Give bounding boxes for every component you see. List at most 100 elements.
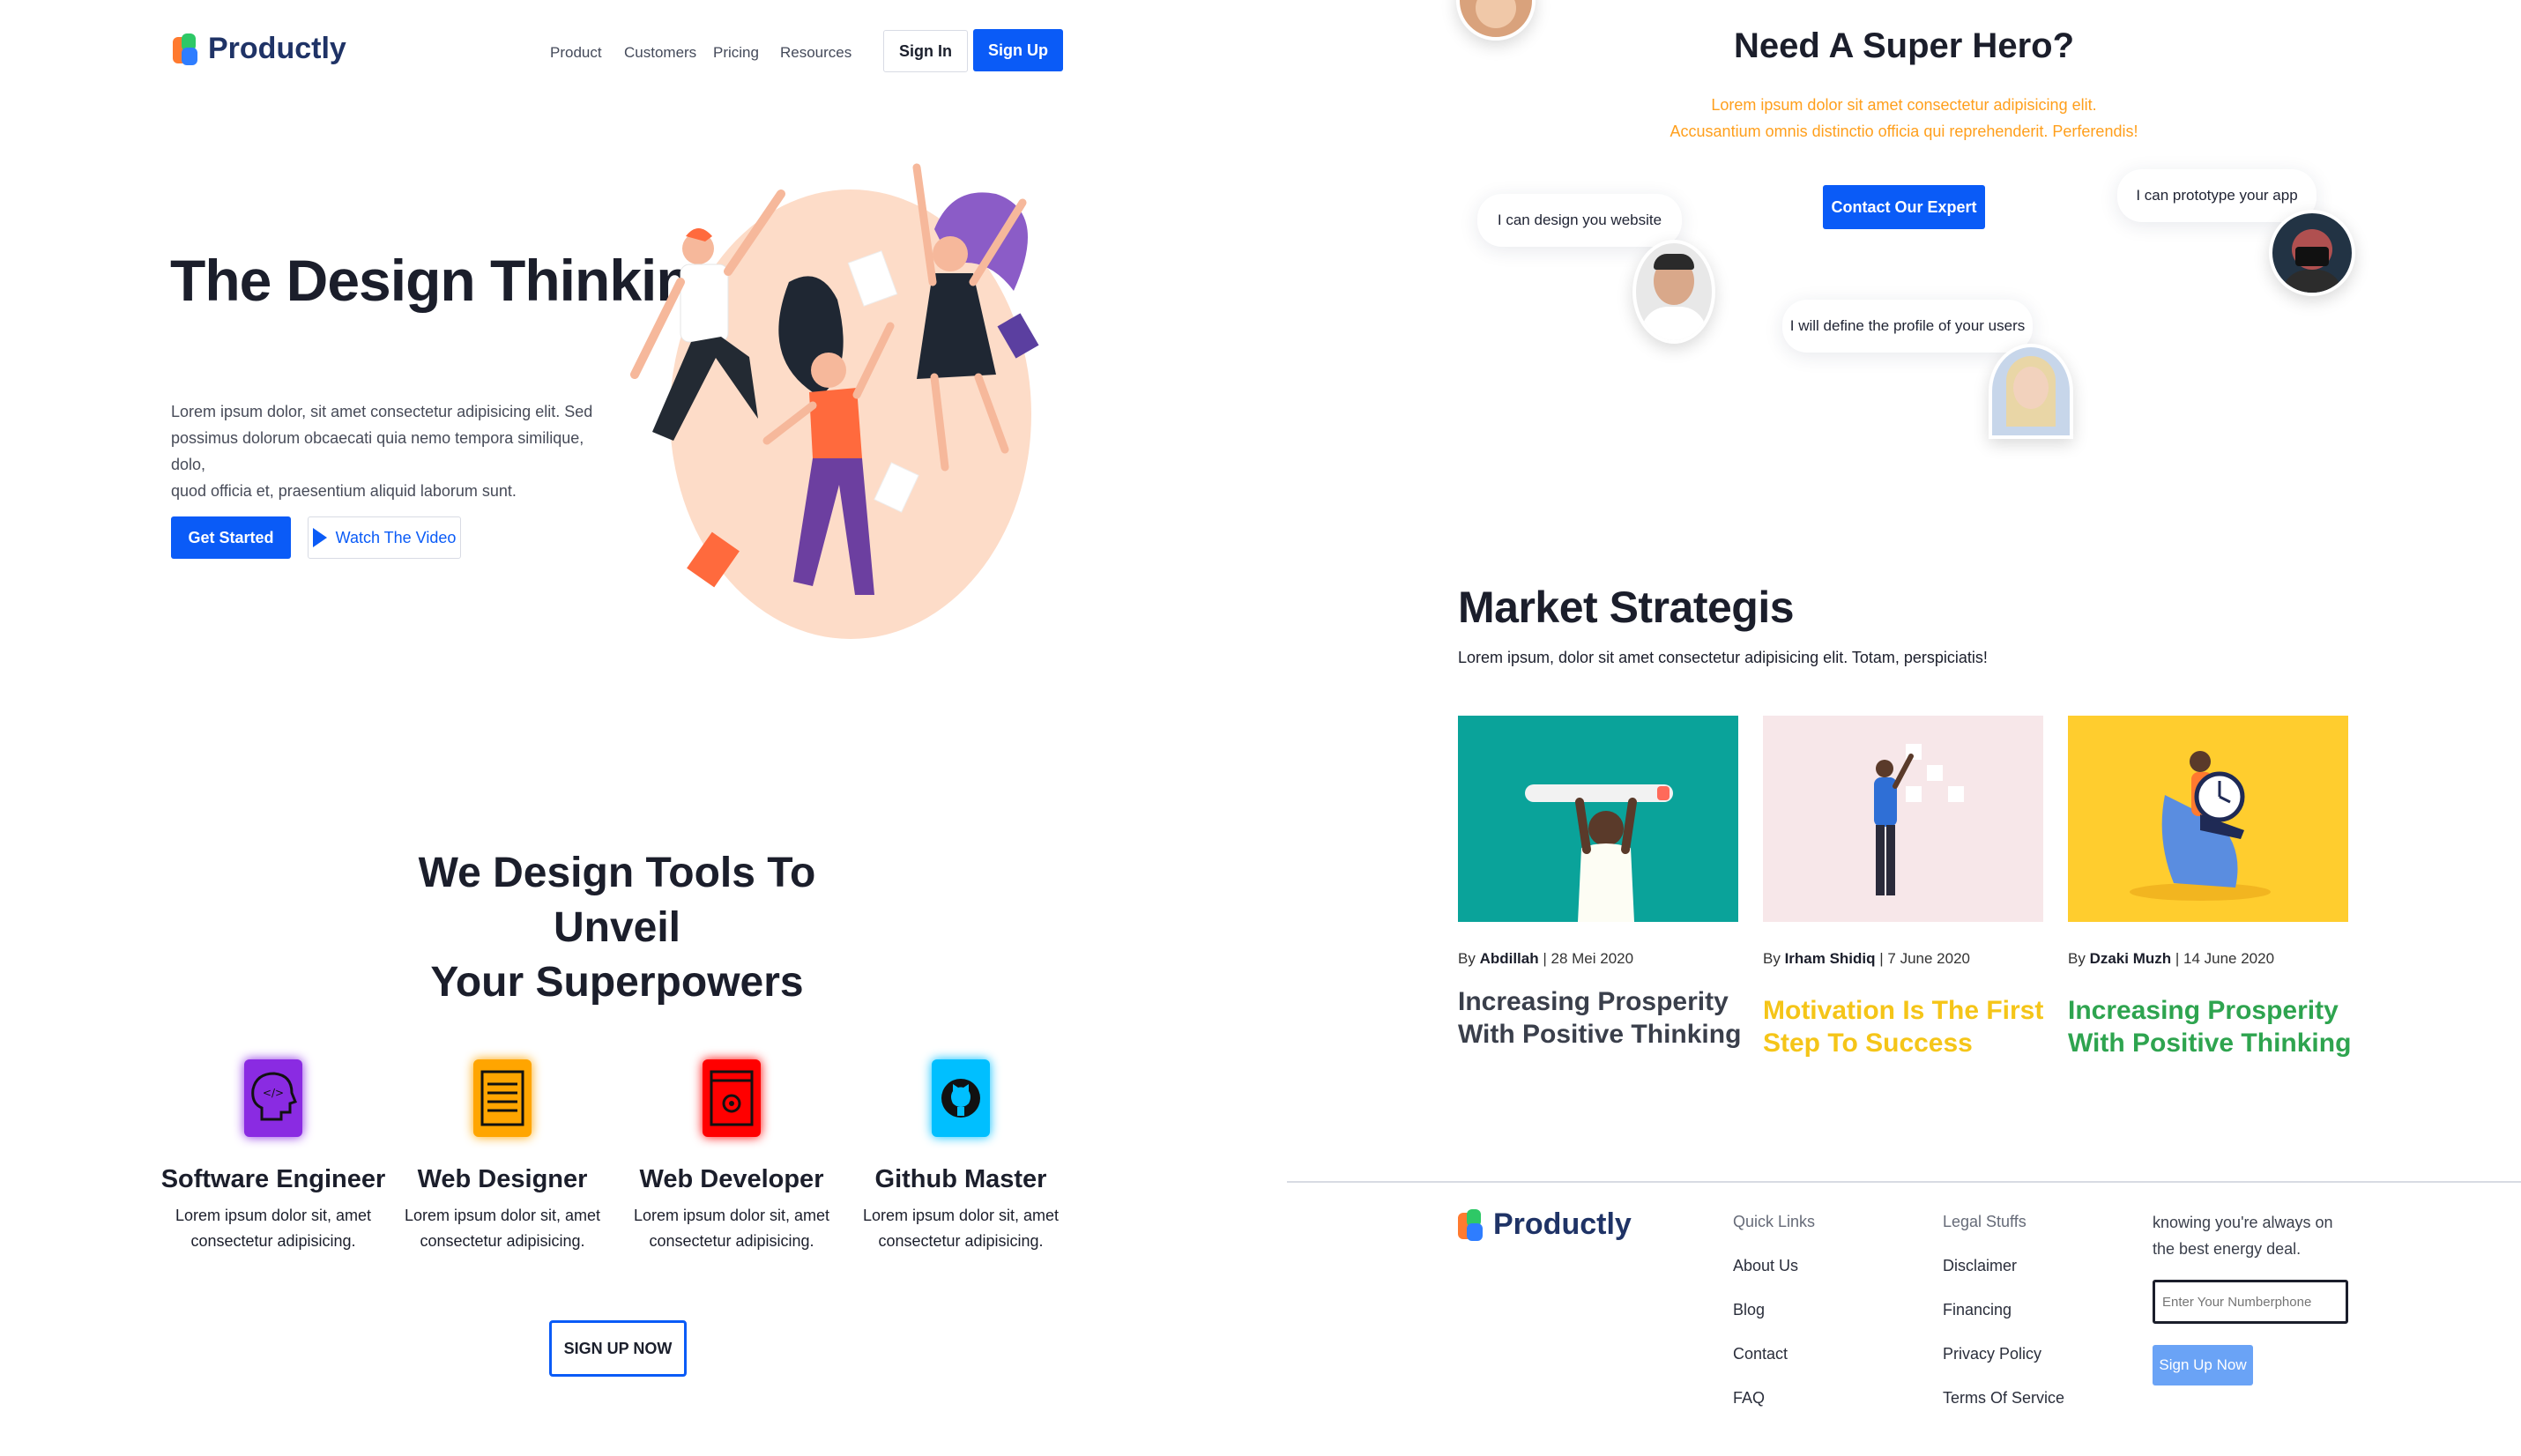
document-icon bbox=[473, 1059, 532, 1137]
footer-link-blog[interactable]: Blog bbox=[1733, 1301, 1765, 1319]
feature-text-line: consectetur adipisicing. bbox=[190, 1232, 356, 1250]
footer-logo[interactable]: Productly bbox=[1458, 1207, 1632, 1242]
footer-link-faq[interactable]: FAQ bbox=[1733, 1389, 1765, 1408]
head-code-icon: </> bbox=[244, 1059, 302, 1137]
phone-input[interactable] bbox=[2153, 1280, 2348, 1324]
card-title-line: Increasing Prosperity bbox=[2068, 996, 2339, 1025]
card-title-line: Step To Success bbox=[1763, 1029, 1973, 1058]
github-icon bbox=[932, 1059, 990, 1137]
gear-browser-icon bbox=[703, 1059, 761, 1137]
footer-signup-button[interactable]: Sign Up Now bbox=[2153, 1345, 2253, 1385]
feature-text: Lorem ipsum dolor sit, amet consectetur a… bbox=[159, 1203, 388, 1254]
footer-link-contact[interactable]: Contact bbox=[1733, 1345, 1788, 1363]
card-title-line: With Positive Thinking bbox=[2068, 1029, 2352, 1058]
card-date: | 28 Mei 2020 bbox=[1538, 950, 1634, 967]
hero2-subtitle: Lorem ipsum dolor sit amet consectetur a… bbox=[1604, 92, 2204, 145]
feature-text-line: consectetur adipisicing. bbox=[649, 1232, 814, 1250]
top-avatar bbox=[1456, 0, 1536, 41]
nav-customers[interactable]: Customers bbox=[624, 44, 696, 62]
logo-text: Productly bbox=[208, 32, 346, 65]
newsletter-text: knowing you're always on the best energy… bbox=[2153, 1209, 2333, 1262]
feature-text-line: Lorem ipsum dolor sit, amet bbox=[175, 1207, 372, 1224]
feature-title: Software Engineer bbox=[160, 1165, 386, 1193]
footer-link-terms[interactable]: Terms Of Service bbox=[1943, 1389, 2064, 1408]
feature-text-line: Lorem ipsum dolor sit, amet bbox=[862, 1207, 1060, 1224]
feature-title: Web Designer bbox=[417, 1165, 588, 1193]
tools-title-line: Your Superpowers bbox=[430, 959, 804, 1006]
card-image-positive[interactable] bbox=[2068, 716, 2348, 922]
hero-description-line: quod officia et, praesentium aliquid lab… bbox=[171, 482, 517, 500]
watch-video-button[interactable]: Watch The Video bbox=[308, 516, 461, 559]
card-meta-by: By bbox=[2068, 950, 2090, 967]
feature-title: Web Developer bbox=[639, 1165, 824, 1193]
card-title-line: With Positive Thinking bbox=[1458, 1020, 1742, 1049]
hero2-subtitle-line: Accusantium omnis distinctio officia qui… bbox=[1670, 123, 2138, 140]
card-title[interactable]: Motivation Is The First Step To Success bbox=[1763, 994, 2043, 1059]
card-meta: By Irham Shidiq | 7 June 2020 bbox=[1763, 950, 1970, 968]
feature-text-line: consectetur adipisicing. bbox=[420, 1232, 585, 1250]
card-title[interactable]: Increasing Prosperity With Positive Thin… bbox=[2068, 994, 2351, 1059]
card-author[interactable]: Irham Shidiq bbox=[1785, 950, 1876, 967]
feature-web-developer: Web Developer Lorem ipsum dolor sit, ame… bbox=[617, 1059, 846, 1254]
avatar-photographer bbox=[2269, 210, 2355, 296]
footer-link-disclaimer[interactable]: Disclaimer bbox=[1943, 1257, 2017, 1275]
newsletter-text-line: knowing you're always on bbox=[2153, 1214, 2333, 1231]
footer-divider bbox=[1287, 1181, 2521, 1183]
footer-link-financing[interactable]: Financing bbox=[1943, 1301, 2012, 1319]
card-meta-by: By bbox=[1763, 950, 1785, 967]
logo-mark-icon bbox=[173, 33, 199, 65]
card-title-line: Increasing Prosperity bbox=[1458, 987, 1729, 1016]
sign-up-now-button[interactable]: SIGN UP NOW bbox=[549, 1320, 687, 1377]
svg-text:</>: </> bbox=[263, 1087, 284, 1099]
card-title-line: Motivation Is The First bbox=[1763, 996, 2044, 1025]
hero2-title: Need A Super Hero? bbox=[1734, 26, 2074, 65]
hero2-subtitle-line: Lorem ipsum dolor sit amet consectetur a… bbox=[1711, 96, 2097, 114]
feature-text: Lorem ipsum dolor sit, amet consectetur a… bbox=[846, 1203, 1075, 1254]
quick-links-heading: Quick Links bbox=[1733, 1213, 1816, 1230]
logo-mark-icon bbox=[1458, 1208, 1484, 1241]
footer-logo-text: Productly bbox=[1493, 1207, 1632, 1241]
card-title[interactable]: Increasing Prosperity With Positive Thin… bbox=[1458, 985, 1741, 1051]
bubble-prototype-app: I can prototype your app bbox=[2117, 169, 2316, 222]
feature-text-line: Lorem ipsum dolor sit, amet bbox=[404, 1207, 601, 1224]
header-logo[interactable]: Productly bbox=[173, 32, 346, 66]
feature-web-designer: Web Designer Lorem ipsum dolor sit, amet… bbox=[388, 1059, 617, 1254]
card-date: | 14 June 2020 bbox=[2171, 950, 2275, 967]
card-author[interactable]: Dzaki Muzh bbox=[2090, 950, 2172, 967]
feature-text: Lorem ipsum dolor sit, amet consectetur a… bbox=[617, 1203, 846, 1254]
legal-heading: Legal Stuffs bbox=[1943, 1213, 2026, 1230]
sign-in-button[interactable]: Sign In bbox=[883, 30, 968, 72]
avatar-designer bbox=[1632, 240, 1715, 344]
get-started-button[interactable]: Get Started bbox=[171, 516, 291, 559]
card-author[interactable]: Abdillah bbox=[1480, 950, 1539, 967]
tools-section-title: We Design Tools To Unveil Your Superpowe… bbox=[353, 846, 881, 1010]
watch-video-label: Watch The Video bbox=[335, 528, 457, 546]
feature-title: Github Master bbox=[874, 1165, 1047, 1193]
market-title: Market Strategis bbox=[1458, 583, 1795, 632]
hero-description-line: possimus dolorum obcaecati quia nemo tem… bbox=[171, 429, 584, 473]
hero-description: Lorem ipsum dolor, sit amet consectetur … bbox=[171, 398, 612, 504]
market-subtitle: Lorem ipsum, dolor sit amet consectetur … bbox=[1458, 649, 1988, 666]
card-meta-by: By bbox=[1458, 950, 1480, 967]
nav-pricing[interactable]: Pricing bbox=[713, 44, 759, 62]
play-icon bbox=[312, 528, 327, 547]
contact-expert-button[interactable]: Contact Our Expert bbox=[1823, 185, 1985, 229]
card-date: | 7 June 2020 bbox=[1875, 950, 1970, 967]
hero-illustration bbox=[630, 163, 1039, 639]
footer-link-privacy[interactable]: Privacy Policy bbox=[1943, 1345, 2041, 1363]
feature-text-line: Lorem ipsum dolor sit, amet bbox=[633, 1207, 830, 1224]
bubble-define-profile: I will define the profile of your users bbox=[1782, 300, 2033, 353]
avatar-researcher bbox=[1989, 344, 2073, 439]
card-meta: By Dzaki Muzh | 14 June 2020 bbox=[2068, 950, 2274, 968]
footer-link-about[interactable]: About Us bbox=[1733, 1257, 1798, 1275]
card-image-motivation[interactable] bbox=[1763, 716, 2043, 922]
feature-text-line: consectetur adipisicing. bbox=[878, 1232, 1044, 1250]
feature-github-master: Github Master Lorem ipsum dolor sit, ame… bbox=[846, 1059, 1075, 1254]
nav-product[interactable]: Product bbox=[550, 44, 602, 62]
sign-up-button[interactable]: Sign Up bbox=[973, 29, 1063, 71]
nav-resources[interactable]: Resources bbox=[780, 44, 851, 62]
bubble-design-website: I can design you website bbox=[1477, 194, 1682, 247]
card-image-prosperity[interactable] bbox=[1458, 716, 1738, 922]
tools-title-line: We Design Tools To Unveil bbox=[418, 850, 816, 951]
card-meta: By Abdillah | 28 Mei 2020 bbox=[1458, 950, 1633, 968]
